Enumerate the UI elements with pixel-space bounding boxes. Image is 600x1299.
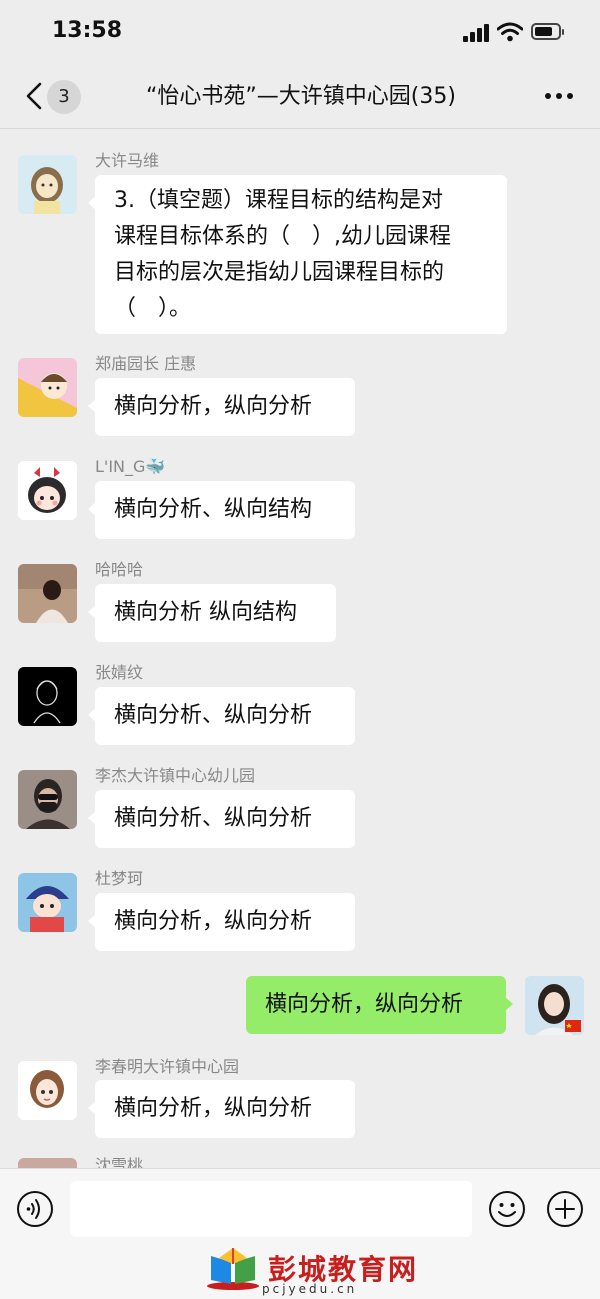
wifi-icon: [497, 22, 523, 42]
message-line: 3.（填空题）课程目标的结构是对: [114, 188, 443, 213]
sender-name: 杜梦珂: [95, 869, 144, 888]
message-input[interactable]: [70, 1181, 472, 1237]
avatar[interactable]: [18, 770, 77, 829]
message-bubble-self[interactable]: 横向分析，纵向分析: [246, 976, 513, 1034]
sender-name: L'IN_G🐳: [95, 457, 166, 476]
message-text: 横向分析 纵向结构: [114, 600, 297, 625]
avatar[interactable]: [18, 873, 77, 932]
avatar[interactable]: [18, 358, 77, 417]
avatar[interactable]: [18, 461, 77, 520]
message-bubble[interactable]: 横向分析 纵向结构: [88, 584, 336, 642]
message-bubble[interactable]: 横向分析、纵向结构: [88, 481, 355, 539]
message-text: 横向分析，纵向分析: [265, 992, 464, 1017]
sender-name: 李春明大许镇中心园: [95, 1057, 240, 1076]
plus-icon[interactable]: [546, 1190, 584, 1228]
message-bubble[interactable]: 3.（填空题）课程目标的结构是对 课程目标体系的（ ）,幼儿园课程 目标的层次是…: [88, 175, 507, 334]
battery-icon: [531, 23, 564, 40]
message-line: （ ）。: [114, 296, 192, 321]
message-text: 横向分析、纵向结构: [114, 497, 313, 522]
unread-count-badge[interactable]: 3: [47, 80, 81, 114]
message-bubble[interactable]: 横向分析、纵向分析: [88, 790, 355, 848]
message-line: 课程目标体系的（ ）,幼儿园课程: [114, 224, 451, 249]
sender-name: 大许马维: [95, 151, 160, 170]
sender-name: 郑庙园长 庄惠: [95, 354, 197, 373]
message-text: 横向分析，纵向分析: [114, 1096, 313, 1121]
status-bar: 13:58: [0, 0, 600, 64]
avatar[interactable]: [18, 155, 77, 214]
message-text: 横向分析，纵向分析: [114, 909, 313, 934]
sender-name: 沈雪桃: [95, 1156, 144, 1168]
message-text: 横向分析，纵向分析: [114, 394, 313, 419]
avatar[interactable]: [18, 667, 77, 726]
avatar[interactable]: [18, 564, 77, 623]
avatar[interactable]: [18, 1061, 77, 1120]
header-divider: [0, 128, 600, 129]
chat-title: “怡心书苑”—大许镇中心园(35): [146, 84, 456, 109]
back-icon[interactable]: [22, 82, 48, 110]
message-bubble[interactable]: 横向分析、纵向分析: [88, 687, 355, 745]
message-line: 目标的层次是指幼儿园课程目标的: [114, 260, 445, 285]
status-time: 13:58: [52, 18, 123, 43]
signal-icon: [463, 24, 491, 42]
watermark-logo-icon: [207, 1248, 259, 1290]
emoji-icon[interactable]: [488, 1190, 526, 1228]
message-text: 横向分析、纵向分析: [114, 806, 313, 831]
sender-name: 李杰大许镇中心幼儿园: [95, 766, 256, 785]
message-bubble[interactable]: 横向分析，纵向分析: [88, 893, 355, 951]
sender-name: 哈哈哈: [95, 560, 144, 579]
self-avatar[interactable]: [525, 976, 584, 1035]
message-text: 横向分析、纵向分析: [114, 703, 313, 728]
message-bubble[interactable]: 横向分析，纵向分析: [88, 1080, 355, 1138]
sender-name: 张婧纹: [95, 663, 144, 682]
watermark-url: pcjyedu.cn: [262, 1282, 358, 1296]
message-bubble[interactable]: 横向分析，纵向分析: [88, 378, 355, 436]
voice-icon[interactable]: [16, 1190, 54, 1228]
more-icon[interactable]: [544, 92, 574, 100]
